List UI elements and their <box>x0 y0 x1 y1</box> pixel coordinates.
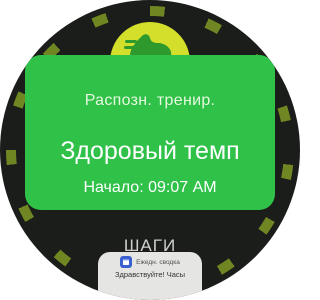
toast-start-time: Начало: 09:07 AM <box>83 179 217 196</box>
workout-detected-toast[interactable]: Распозн. тренир. Здоровый темп Начало: 0… <box>25 55 275 210</box>
notification-text: Здравствуйте! Часы <box>114 270 186 279</box>
toast-title: Здоровый темп <box>60 137 240 165</box>
notification-title: Ежедн. сводка <box>136 258 180 266</box>
watch-screen: ШАГИ Ежедн. сводка Здравствуйте! Часы Ра… <box>0 0 300 300</box>
toast-subtitle: Распозн. тренир. <box>84 92 216 109</box>
daily-summary-notification[interactable]: Ежедн. сводка Здравствуйте! Часы <box>98 252 202 300</box>
calendar-icon <box>120 256 133 268</box>
